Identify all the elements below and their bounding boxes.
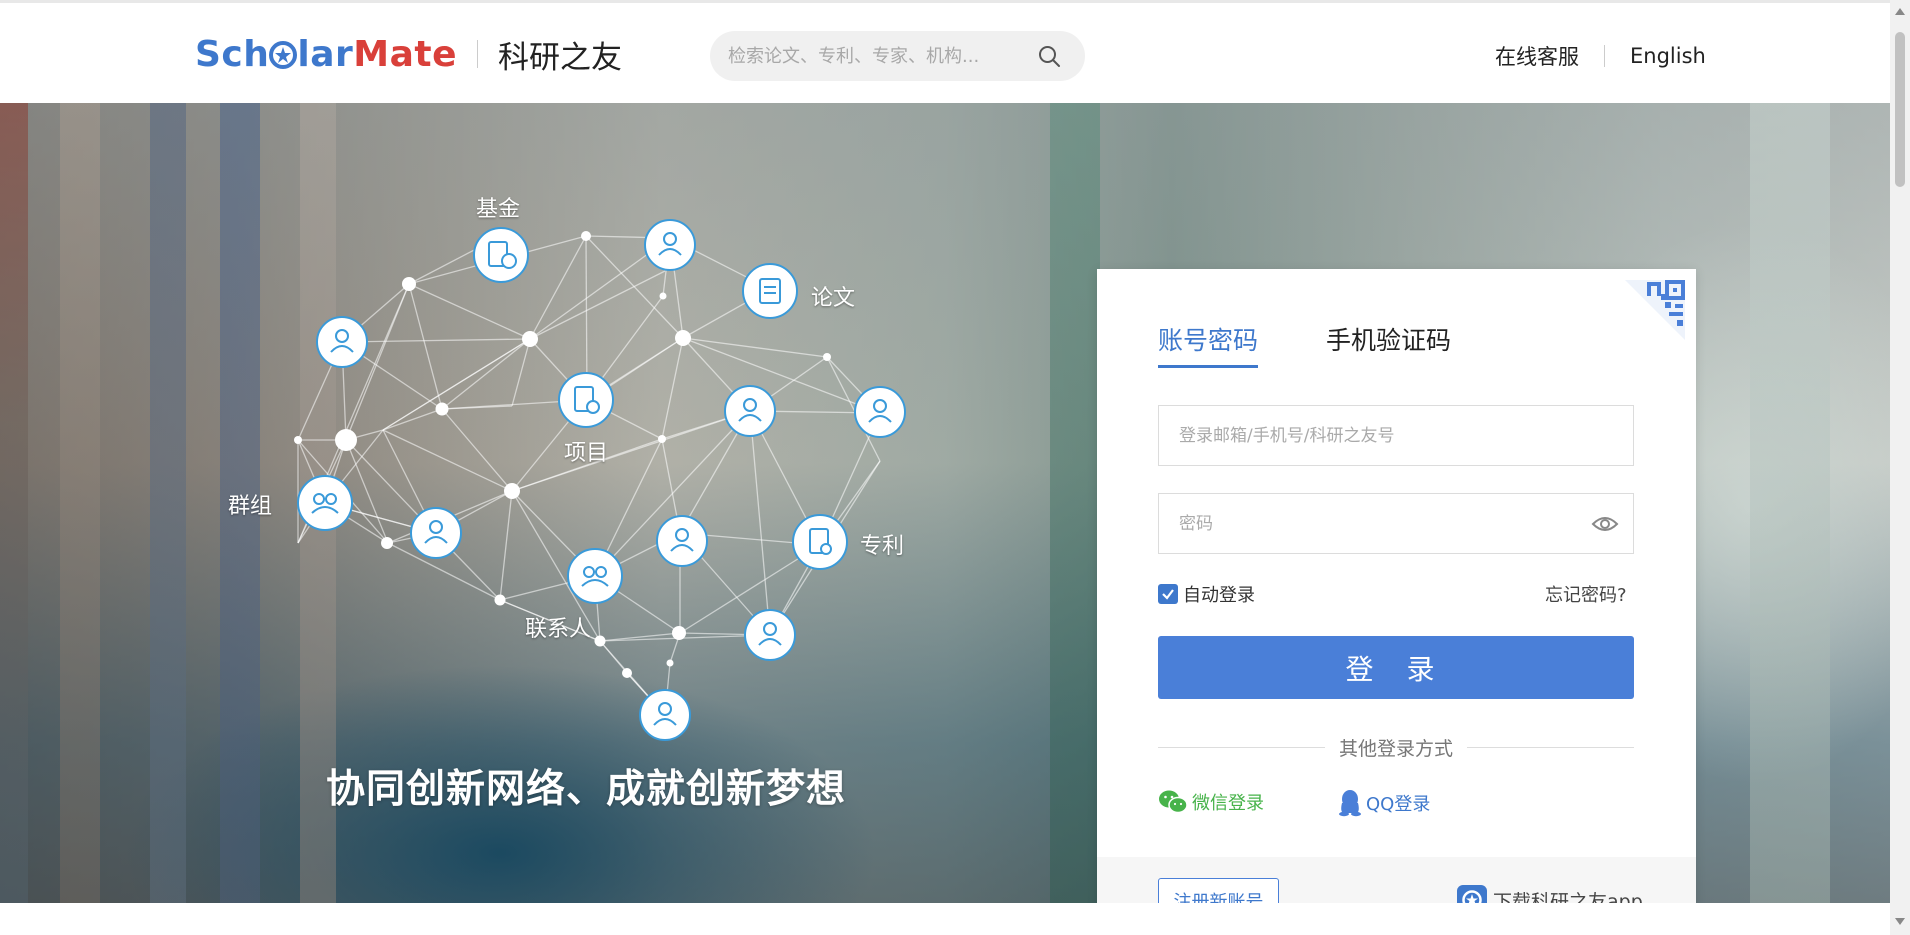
language-switch-link[interactable]: English [1630, 44, 1706, 68]
project-node-icon [558, 372, 614, 428]
search-box [710, 31, 1085, 81]
project-label: 项目 [564, 441, 609, 466]
app-download-link[interactable]: 下载科研之友app [1457, 885, 1643, 903]
auto-login-checkbox[interactable]: 自动登录 [1158, 581, 1255, 607]
username-input[interactable] [1159, 406, 1633, 465]
top-header: SchlarMate 科研之友 在线客服 English [0, 0, 1890, 103]
auto-login-label: 自动登录 [1183, 585, 1255, 606]
group-node-icon [297, 475, 353, 531]
bookshelf-bg [1050, 103, 1100, 903]
scroll-down-arrow-icon[interactable] [1895, 918, 1905, 925]
fund-node-icon [473, 227, 529, 283]
user-node-icon [639, 689, 691, 741]
app-download-label: 下载科研之友app [1493, 890, 1643, 904]
qr-code-login-icon[interactable] [1625, 280, 1685, 340]
nav-divider [1604, 45, 1605, 67]
user-node-icon [724, 385, 776, 437]
scholarmate-logo[interactable]: Sch larMate 科研之友 [195, 31, 622, 77]
fund-label: 基金 [476, 197, 521, 222]
search-icon[interactable] [1037, 44, 1061, 68]
logo-wordmark: Sch larMate [195, 33, 458, 75]
online-service-link[interactable]: 在线客服 [1495, 41, 1579, 71]
logo-divider [477, 40, 479, 68]
paper-node-icon [742, 263, 798, 319]
divider-line [1467, 746, 1635, 748]
login-card-footer: 注册新账号 下载科研之友app [1097, 857, 1696, 903]
app-logo-icon [1457, 885, 1487, 903]
scroll-up-arrow-icon[interactable] [1895, 8, 1905, 15]
page-scrollbar[interactable] [1890, 0, 1910, 935]
tab-account-password[interactable]: 账号密码 [1158, 321, 1259, 368]
user-node-icon [854, 386, 906, 438]
header-nav: 在线客服 English [1495, 41, 1706, 71]
logo-star-icon [269, 40, 298, 69]
other-login-divider: 其他登录方式 [1158, 735, 1635, 760]
qq-icon [1339, 790, 1361, 817]
logo-chinese-name: 科研之友 [498, 39, 623, 76]
other-login-title: 其他登录方式 [1339, 737, 1454, 760]
hero-banner: 基金 论文 项目 群组 专利 联系人 协同创新网络、成就创新梦想 账号密码 手机… [0, 103, 1890, 903]
login-card: 账号密码 手机验证码 自动登录 忘记密码? 登 录 其他登录方式 微信登录 Q [1097, 269, 1696, 903]
bookshelf-bg [1750, 103, 1830, 903]
forgot-password-link[interactable]: 忘记密码? [1545, 581, 1627, 607]
wechat-icon [1159, 790, 1188, 814]
contact-label: 联系人 [525, 617, 592, 642]
user-node-icon [316, 316, 368, 368]
user-node-icon [644, 219, 696, 271]
search-input[interactable] [720, 31, 1030, 81]
qq-login-label: QQ登录 [1366, 794, 1431, 815]
user-node-icon [410, 507, 462, 559]
password-input[interactable] [1159, 494, 1633, 553]
group-label: 群组 [228, 494, 273, 519]
divider-line [1158, 746, 1325, 748]
login-tabs: 账号密码 手机验证码 [1158, 321, 1519, 368]
wechat-login-link[interactable]: 微信登录 [1158, 789, 1264, 815]
user-node-icon [744, 609, 796, 661]
patent-label: 专利 [860, 534, 905, 559]
qq-login-link[interactable]: QQ登录 [1338, 789, 1430, 817]
login-button[interactable]: 登 录 [1158, 636, 1634, 699]
contact-node-icon [567, 548, 623, 604]
scrollbar-thumb[interactable] [1895, 32, 1905, 187]
username-field-wrapper [1158, 405, 1634, 466]
eye-icon[interactable] [1591, 512, 1619, 536]
hero-slogan: 协同创新网络、成就创新梦想 [326, 767, 847, 812]
checkbox-checked-icon[interactable] [1158, 584, 1178, 604]
patent-node-icon [792, 514, 848, 570]
password-field-wrapper [1158, 493, 1634, 554]
paper-label: 论文 [811, 286, 856, 311]
register-button[interactable]: 注册新账号 [1158, 878, 1279, 903]
wechat-login-label: 微信登录 [1192, 793, 1264, 814]
user-node-icon [656, 515, 708, 567]
tab-sms-code[interactable]: 手机验证码 [1326, 321, 1451, 368]
